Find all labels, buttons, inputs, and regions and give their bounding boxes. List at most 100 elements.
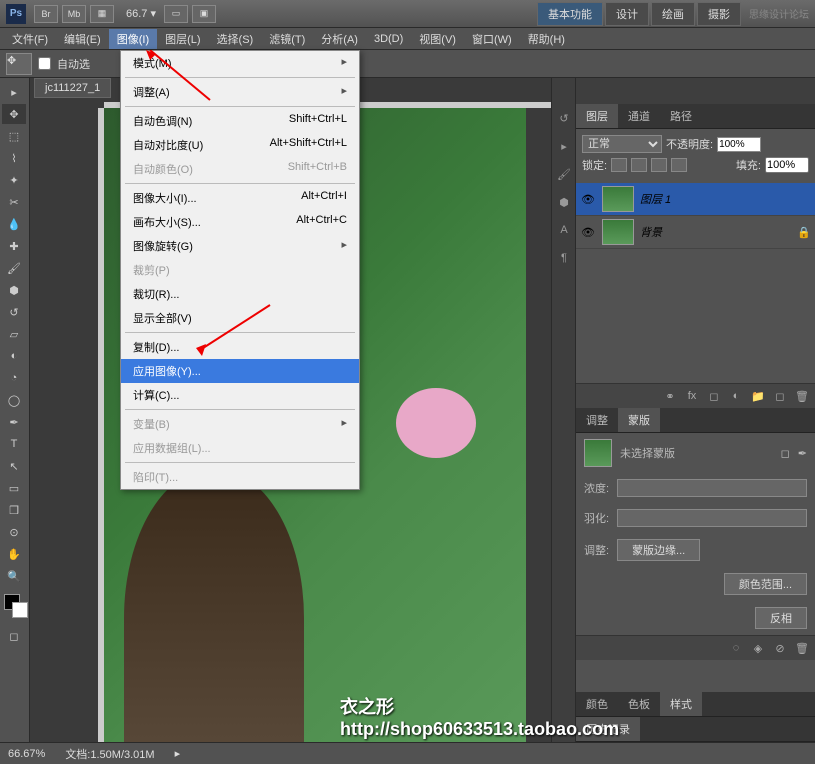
bridge-icon[interactable]: Br (34, 5, 58, 23)
menu-item[interactable]: 图像大小(I)...Alt+Ctrl+I (121, 186, 359, 210)
marquee-tool[interactable]: ⬚ (2, 126, 26, 146)
visibility-icon[interactable]: 👁 (580, 226, 596, 239)
hand-tool[interactable]: ✋ (2, 544, 26, 564)
eraser-tool[interactable]: ▱ (2, 324, 26, 344)
menu-image[interactable]: 图像(I) (109, 29, 157, 49)
pen-tool[interactable]: ✒ (2, 412, 26, 432)
lock-position-icon[interactable] (651, 158, 667, 172)
workspace-tab-design[interactable]: 设计 (605, 2, 649, 26)
menu-view[interactable]: 视图(V) (411, 29, 464, 49)
layer-row[interactable]: 👁 图层 1 (576, 183, 815, 216)
invert-button[interactable]: 反相 (755, 607, 807, 629)
lasso-tool[interactable]: ⌇ (2, 148, 26, 168)
actions-icon[interactable]: ▸ (554, 136, 574, 156)
view-extras-icon[interactable]: ▦ (90, 5, 114, 23)
menu-item[interactable]: 复制(D)... (121, 335, 359, 359)
tab-styles[interactable]: 样式 (660, 692, 702, 716)
workspace-tab-painting[interactable]: 绘画 (651, 2, 695, 26)
disable-mask-icon[interactable]: ⊘ (771, 640, 789, 656)
menu-item[interactable]: 自动对比度(U)Alt+Shift+Ctrl+L (121, 133, 359, 157)
layer-mask-icon[interactable]: ◻ (705, 388, 723, 404)
layer-style-icon[interactable]: fx (683, 388, 701, 404)
menu-item[interactable]: 计算(C)... (121, 383, 359, 407)
lock-all-icon[interactable] (671, 158, 687, 172)
clone-source-icon[interactable]: ⬢ (554, 192, 574, 212)
menu-item[interactable]: 裁切(R)... (121, 282, 359, 306)
layer-name[interactable]: 背景 (640, 224, 791, 240)
load-selection-icon[interactable]: ◌ (727, 640, 745, 656)
new-layer-icon[interactable]: ◻ (771, 388, 789, 404)
tab-paths[interactable]: 路径 (660, 104, 702, 128)
layer-thumbnail[interactable] (602, 219, 634, 245)
adjustment-layer-icon[interactable]: ◐ (727, 388, 745, 404)
screen-mode-icon[interactable]: ▣ (192, 5, 216, 23)
arrange-icon[interactable]: ▭ (164, 5, 188, 23)
menu-item[interactable]: 模式(M)▸ (121, 51, 359, 75)
document-tab[interactable]: jc111227_1 (34, 78, 111, 98)
zoom-tool[interactable]: 🔍 (2, 566, 26, 586)
pixel-mask-icon[interactable]: ◻ (781, 447, 790, 460)
blend-mode-select[interactable]: 正常 (582, 135, 662, 153)
move-tool[interactable]: ✥ (2, 104, 26, 124)
menu-file[interactable]: 文件(F) (4, 29, 56, 49)
tab-adjustments[interactable]: 调整 (576, 408, 618, 432)
apply-mask-icon[interactable]: ◈ (749, 640, 767, 656)
menu-item[interactable]: 自动色调(N)Shift+Ctrl+L (121, 109, 359, 133)
layer-name[interactable]: 图层 1 (640, 191, 811, 207)
menu-item[interactable]: 图像旋转(G)▸ (121, 234, 359, 258)
tab-swatches[interactable]: 色板 (618, 692, 660, 716)
menu-analysis[interactable]: 分析(A) (313, 29, 366, 49)
link-layers-icon[interactable]: ⚭ (661, 388, 679, 404)
history-icon[interactable]: ↺ (554, 108, 574, 128)
move-tool-preset-icon[interactable]: ✥ (6, 53, 32, 75)
heal-tool[interactable]: ✚ (2, 236, 26, 256)
color-range-button[interactable]: 颜色范围... (724, 573, 807, 595)
gradient-tool[interactable]: ◐ (2, 346, 26, 366)
menu-item[interactable]: 调整(A)▸ (121, 80, 359, 104)
menu-item[interactable]: 应用图像(Y)... (121, 359, 359, 383)
path-tool[interactable]: ↖ (2, 456, 26, 476)
menu-window[interactable]: 窗口(W) (464, 29, 520, 49)
color-swatches[interactable] (2, 594, 27, 624)
menu-select[interactable]: 选择(S) (209, 29, 262, 49)
history-brush-tool[interactable]: ↺ (2, 302, 26, 322)
3d-camera-tool[interactable]: ⊙ (2, 522, 26, 542)
menu-3d[interactable]: 3D(D) (366, 31, 411, 47)
menu-filter[interactable]: 滤镜(T) (261, 29, 313, 49)
layer-row[interactable]: 👁 背景 🔒 (576, 216, 815, 249)
workspace-tab-photography[interactable]: 摄影 (697, 2, 741, 26)
menu-edit[interactable]: 编辑(E) (56, 29, 109, 49)
status-zoom[interactable]: 66.67% (8, 748, 45, 760)
expand-tools-icon[interactable]: ▸ (2, 82, 26, 102)
minibridge-icon[interactable]: Mb (62, 5, 86, 23)
zoom-level[interactable]: 66.7 ▾ (118, 7, 164, 20)
delete-layer-icon[interactable]: 🗑 (793, 388, 811, 404)
lock-transparency-icon[interactable] (611, 158, 627, 172)
menu-item[interactable]: 画布大小(S)...Alt+Ctrl+C (121, 210, 359, 234)
dodge-tool[interactable]: ◯ (2, 390, 26, 410)
3d-tool[interactable]: ❒ (2, 500, 26, 520)
chevron-right-icon[interactable]: ▸ (175, 747, 181, 760)
status-doc-info[interactable]: 文档:1.50M/3.01M (65, 746, 154, 762)
opacity-input[interactable] (717, 137, 761, 152)
vector-mask-icon[interactable]: ✒ (798, 447, 807, 460)
quickmask-tool[interactable]: ◻ (2, 626, 26, 646)
layer-thumbnail[interactable] (602, 186, 634, 212)
new-group-icon[interactable]: 📁 (749, 388, 767, 404)
paragraph-icon[interactable]: ¶ (554, 248, 574, 268)
delete-mask-icon[interactable]: 🗑 (793, 640, 811, 656)
auto-select-checkbox[interactable] (38, 57, 51, 70)
eyedropper-tool[interactable]: 💧 (2, 214, 26, 234)
workspace-tab-essentials[interactable]: 基本功能 (537, 2, 603, 26)
lock-pixels-icon[interactable] (631, 158, 647, 172)
feather-input[interactable] (617, 509, 807, 527)
tab-channels[interactable]: 通道 (618, 104, 660, 128)
character-icon[interactable]: A (554, 220, 574, 240)
crop-tool[interactable]: ✂ (2, 192, 26, 212)
wand-tool[interactable]: ✦ (2, 170, 26, 190)
menu-layer[interactable]: 图层(L) (157, 29, 208, 49)
mask-edge-button[interactable]: 蒙版边缘... (617, 539, 700, 561)
brush-presets-icon[interactable]: 🖌 (554, 164, 574, 184)
tab-masks[interactable]: 蒙版 (618, 408, 660, 432)
tab-layers[interactable]: 图层 (576, 104, 618, 128)
